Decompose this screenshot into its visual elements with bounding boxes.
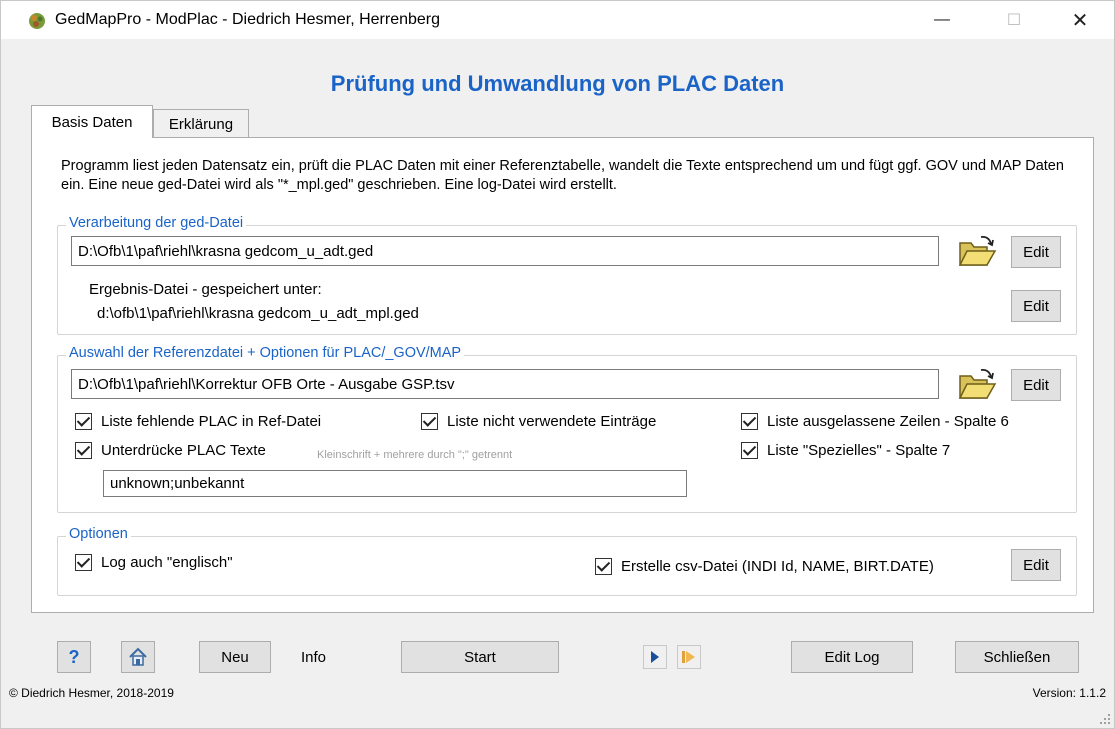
ged-file-edit-button[interactable]: Edit [1011, 236, 1061, 268]
version-text: Version: 1.1.2 [1032, 686, 1106, 700]
checkbox-label: Log auch "englisch" [101, 554, 233, 571]
checkbox-label: Liste fehlende PLAC in Ref-Datei [101, 413, 322, 430]
copyright-text: © Diedrich Hesmer, 2018-2019 [9, 686, 174, 700]
reference-file-group-label: Auswahl der Referenzdatei + Optionen für… [66, 345, 465, 361]
checkbox-label: Liste nicht verwendete Einträge [447, 413, 657, 430]
checkbox-log-english[interactable]: Log auch "englisch" [75, 554, 233, 571]
options-group-label: Optionen [66, 526, 131, 542]
ged-file-group-label: Verarbeitung der ged-Datei [66, 215, 247, 231]
result-file-label: Ergebnis-Datei - gespeichert unter: [89, 281, 322, 298]
checkbox-box[interactable] [75, 413, 92, 430]
new-button[interactable]: Neu [199, 641, 271, 673]
checkbox-box[interactable] [75, 442, 92, 459]
info-label[interactable]: Info [301, 649, 326, 666]
close-window-button[interactable]: ✕ [1057, 1, 1103, 39]
edit-log-button[interactable]: Edit Log [791, 641, 913, 673]
app-icon [29, 13, 45, 29]
checkbox-box[interactable] [421, 413, 438, 430]
home-icon [129, 647, 147, 666]
arrow-right-icon [651, 651, 659, 663]
checkbox-special[interactable]: Liste "Spezielles" - Spalte 7 [741, 442, 950, 459]
tab-basis-daten[interactable]: Basis Daten [31, 105, 153, 138]
intro-text: Programm liest jeden Datensatz ein, prüf… [61, 158, 1064, 193]
suppress-texts-input[interactable]: unknown;unbekannt [103, 470, 687, 497]
checkbox-box[interactable] [75, 554, 92, 571]
app-window: GedMapPro - ModPlac - Diedrich Hesmer, H… [0, 0, 1115, 729]
window-title: GedMapPro - ModPlac - Diedrich Hesmer, H… [55, 11, 441, 28]
checkbox-box[interactable] [741, 413, 758, 430]
checkbox-label: Unterdrücke PLAC Texte [101, 442, 266, 459]
reference-file-input[interactable]: D:\Ofb\1\paf\riehl\Korrektur OFB Orte - … [71, 369, 939, 399]
checkbox-box[interactable] [741, 442, 758, 459]
result-file-path: d:\ofb\1\paf\riehl\krasna gedcom_u_adt_m… [97, 305, 419, 322]
start-button[interactable]: Start [401, 641, 559, 673]
folder-open-icon[interactable] [957, 366, 997, 402]
checkbox-unused-entries[interactable]: Liste nicht verwendete Einträge [421, 413, 656, 430]
checkbox-label: Liste ausgelassene Zeilen - Spalte 6 [767, 413, 1009, 430]
checkbox-label: Erstelle csv-Datei (INDI Id, NAME, BIRT.… [621, 558, 934, 575]
checkbox-label: Liste "Spezielles" - Spalte 7 [767, 442, 951, 459]
checkbox-create-csv[interactable]: Erstelle csv-Datei (INDI Id, NAME, BIRT.… [595, 558, 934, 575]
play-next-icon [682, 651, 695, 663]
run-next-button[interactable] [677, 645, 701, 669]
checkbox-box[interactable] [595, 558, 612, 575]
result-file-edit-button[interactable]: Edit [1011, 290, 1061, 322]
tab-erklaerung[interactable]: Erklärung [153, 109, 249, 138]
checkbox-suppress-plac[interactable]: Unterdrücke PLAC Texte [75, 442, 266, 459]
help-button[interactable]: ? [57, 641, 91, 673]
help-icon: ? [68, 646, 80, 667]
resize-grip-icon[interactable] [1099, 713, 1111, 725]
ged-file-input[interactable]: D:\Ofb\1\paf\riehl\krasna gedcom_u_adt.g… [71, 236, 939, 266]
folder-open-icon[interactable] [957, 233, 997, 269]
reference-file-edit-button[interactable]: Edit [1011, 369, 1061, 401]
page-title: Prüfung und Umwandlung von PLAC Daten [330, 71, 785, 96]
csv-edit-button[interactable]: Edit [1011, 549, 1061, 581]
minimize-button[interactable]: — [919, 1, 965, 39]
next-button[interactable] [643, 645, 667, 669]
suppress-hint: Kleinschrift + mehrere durch ";" getrenn… [317, 449, 513, 461]
home-button[interactable] [121, 641, 155, 673]
close-button[interactable]: Schließen [955, 641, 1079, 673]
title-bar: GedMapPro - ModPlac - Diedrich Hesmer, H… [1, 1, 1114, 39]
checkbox-skipped-lines[interactable]: Liste ausgelassene Zeilen - Spalte 6 [741, 413, 1009, 430]
checkbox-missing-plac[interactable]: Liste fehlende PLAC in Ref-Datei [75, 413, 321, 430]
maximize-button[interactable]: ☐ [991, 1, 1037, 39]
